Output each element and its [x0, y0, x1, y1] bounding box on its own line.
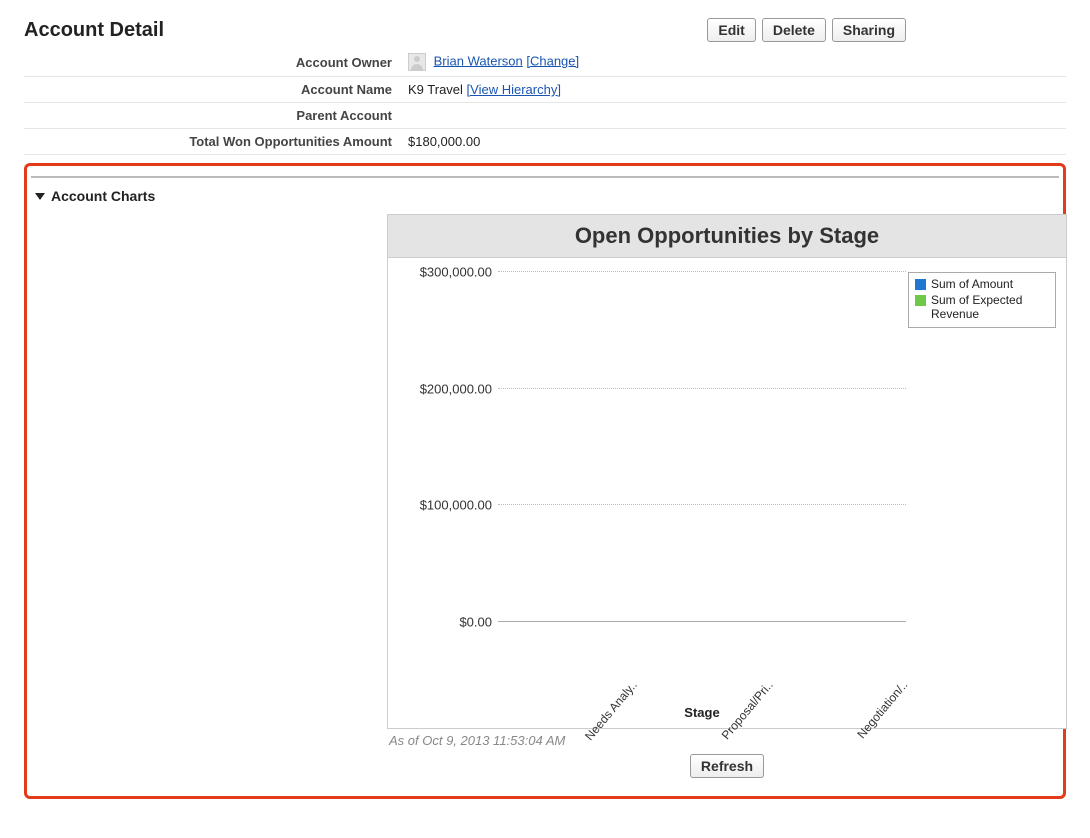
plot-area: $0.00 $100,000.00 $200,000.00 $300,000.0… — [498, 272, 906, 622]
bars-container — [498, 272, 906, 622]
account-charts-highlight: Account Charts Open Opportunities by Sta… — [24, 163, 1066, 799]
view-hierarchy-link[interactable]: [View Hierarchy] — [467, 82, 561, 97]
edit-button[interactable]: Edit — [707, 18, 755, 42]
divider — [31, 176, 1059, 178]
field-label-owner: Account Owner — [24, 48, 400, 77]
chart-legend: Sum of Amount Sum of Expected Revenue — [908, 272, 1056, 328]
parent-account-value — [400, 103, 1066, 129]
owner-link[interactable]: Brian Waterson — [434, 53, 523, 68]
chart-body: $0.00 $100,000.00 $200,000.00 $300,000.0… — [388, 258, 1066, 728]
chevron-down-icon — [35, 193, 45, 200]
won-amount-value: $180,000.00 — [400, 129, 1066, 155]
x-axis-title: Stage — [498, 705, 906, 720]
avatar-icon — [408, 53, 426, 71]
chart-box: Open Opportunities by Stage $0.00 $100,0… — [387, 214, 1067, 729]
y-tick: $100,000.00 — [420, 498, 492, 513]
legend-swatch-icon — [915, 295, 926, 306]
action-buttons: Edit Delete Sharing — [707, 18, 906, 42]
y-tick: $300,000.00 — [420, 265, 492, 280]
legend-item: Sum of Amount — [915, 277, 1049, 291]
sharing-button[interactable]: Sharing — [832, 18, 906, 42]
field-label-parent: Parent Account — [24, 103, 400, 129]
page-title: Account Detail — [24, 19, 164, 42]
field-label-won: Total Won Opportunities Amount — [24, 129, 400, 155]
delete-button[interactable]: Delete — [762, 18, 826, 42]
detail-table: Account Owner Brian Waterson [Change] Ac… — [24, 48, 1066, 155]
legend-swatch-icon — [915, 279, 926, 290]
legend-label: Sum of Expected Revenue — [931, 293, 1049, 321]
account-name-value: K9 Travel — [408, 82, 463, 97]
y-tick: $0.00 — [459, 615, 492, 630]
legend-label: Sum of Amount — [931, 277, 1013, 291]
x-labels: Needs Analy.. Proposal/Pri.. Negotiation… — [498, 630, 906, 694]
y-tick: $200,000.00 — [420, 381, 492, 396]
change-owner-link[interactable]: [Change] — [526, 53, 579, 68]
field-label-name: Account Name — [24, 77, 400, 103]
chart-title: Open Opportunities by Stage — [388, 215, 1066, 258]
section-title: Account Charts — [51, 188, 155, 204]
legend-item: Sum of Expected Revenue — [915, 293, 1049, 321]
section-toggle-account-charts[interactable]: Account Charts — [27, 186, 1063, 214]
